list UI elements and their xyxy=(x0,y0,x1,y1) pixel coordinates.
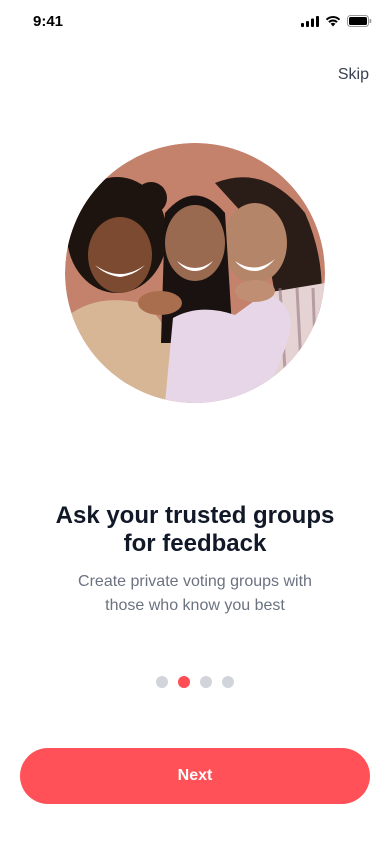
subtitle-line-1: Create private voting groups with xyxy=(78,573,312,590)
cellular-signal-icon xyxy=(301,15,319,27)
subtitle-line-2: those who know you best xyxy=(105,597,285,614)
page-dot-3[interactable] xyxy=(200,676,212,688)
page-dot-4[interactable] xyxy=(222,676,234,688)
title-line-1: Ask your trusted groups xyxy=(55,502,335,529)
battery-icon xyxy=(347,15,372,27)
onboarding-subtitle: Create private voting groups with those … xyxy=(40,570,350,618)
title-line-2: for feedback xyxy=(123,530,267,557)
group-photo-illustration xyxy=(65,143,325,403)
page-indicator xyxy=(0,676,390,688)
wifi-icon xyxy=(325,16,341,27)
status-time: 9:41 xyxy=(33,13,64,30)
status-bar: 9:41 xyxy=(0,0,390,44)
onboarding-title: Ask your trusted groups for feedback xyxy=(0,502,390,558)
status-icons xyxy=(301,15,372,27)
page-dot-1[interactable] xyxy=(156,676,168,688)
skip-button[interactable]: Skip xyxy=(338,66,369,84)
hero-image xyxy=(65,143,325,403)
page-dot-2[interactable] xyxy=(178,676,190,688)
next-button[interactable]: Next xyxy=(20,748,370,804)
